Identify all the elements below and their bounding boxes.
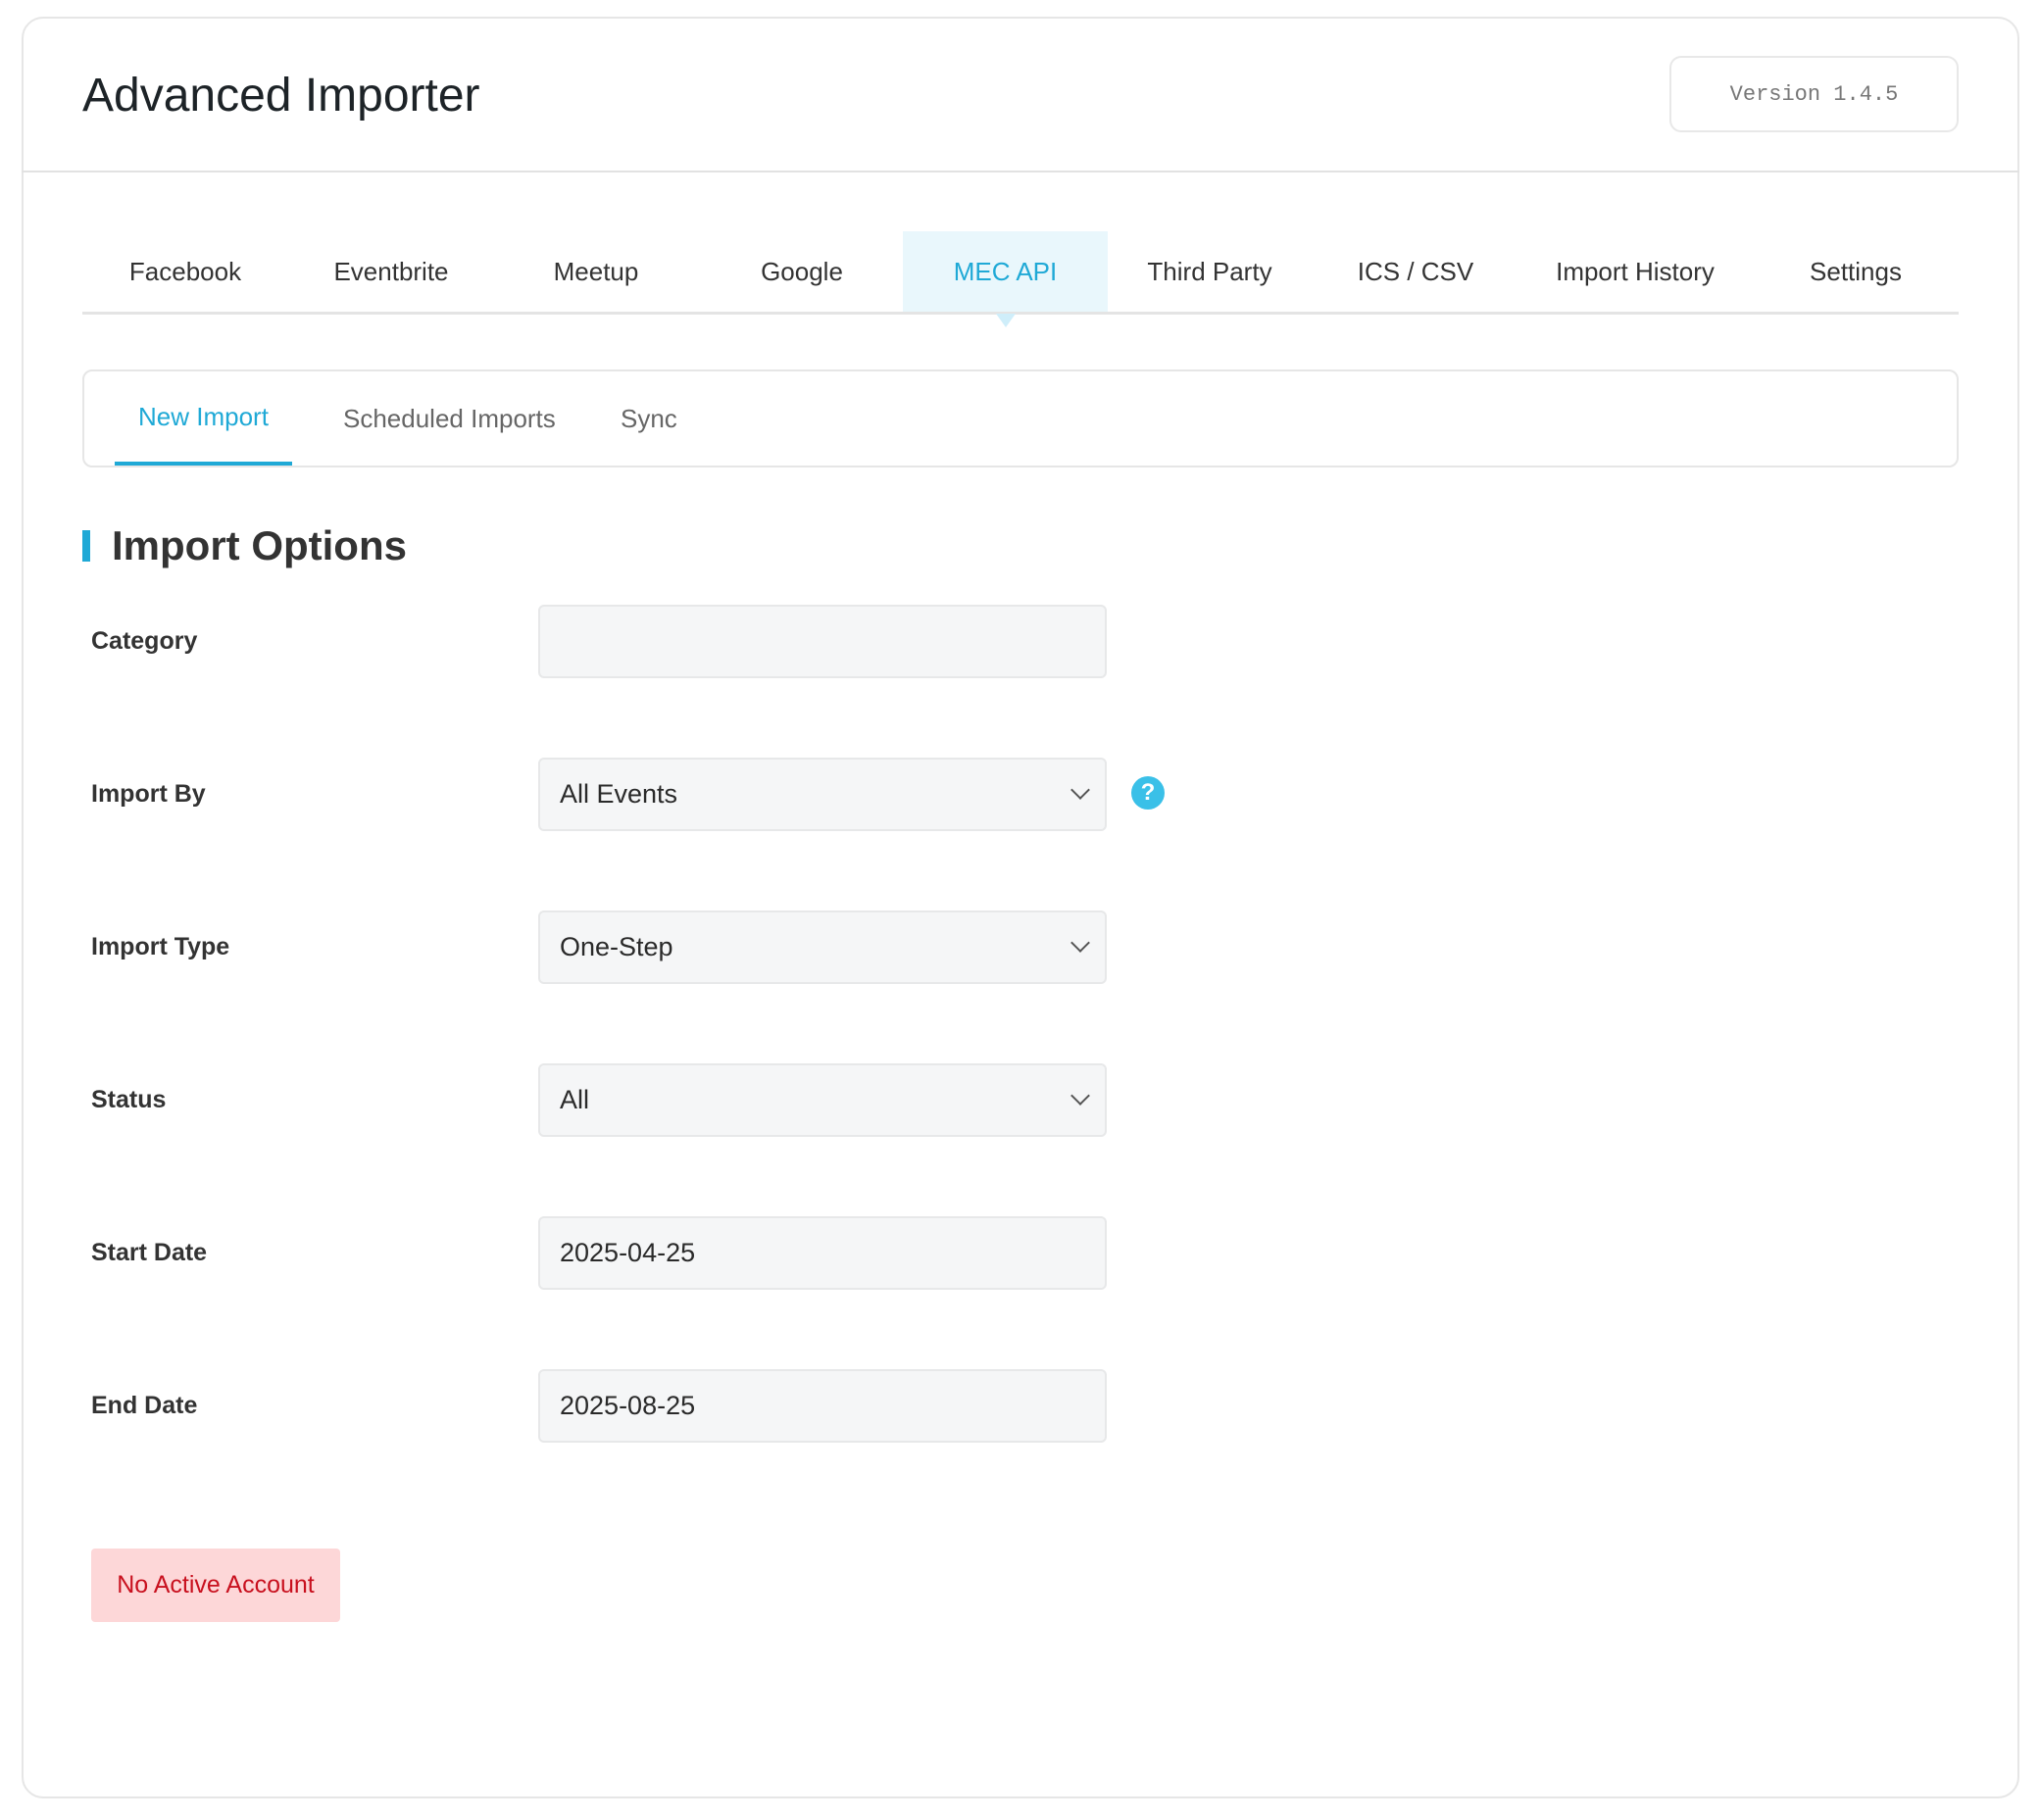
chevron-down-icon xyxy=(1070,933,1090,953)
sub-tabs: New Import Scheduled Imports Sync xyxy=(82,369,1959,467)
no-active-account-alert: No Active Account xyxy=(91,1549,340,1622)
chevron-down-icon xyxy=(1070,1086,1090,1106)
status-select[interactable]: All xyxy=(538,1063,1107,1137)
status-value: All xyxy=(560,1085,589,1115)
category-label: Category xyxy=(91,605,197,678)
tab-mec-api[interactable]: MEC API xyxy=(903,231,1108,312)
tab-google[interactable]: Google xyxy=(710,231,894,312)
subtab-new-import[interactable]: New Import xyxy=(115,371,292,466)
start-date-label: Start Date xyxy=(91,1216,207,1290)
import-by-label: Import By xyxy=(91,758,206,831)
start-date-input[interactable]: 2025-04-25 xyxy=(538,1216,1107,1290)
tab-third-party[interactable]: Third Party xyxy=(1118,231,1302,312)
tab-facebook[interactable]: Facebook xyxy=(92,231,278,312)
tab-meetup[interactable]: Meetup xyxy=(504,231,688,312)
end-date-label: End Date xyxy=(91,1369,197,1443)
tab-ics-csv[interactable]: ICS / CSV xyxy=(1323,231,1508,312)
tab-eventbrite[interactable]: Eventbrite xyxy=(288,231,494,312)
import-by-select[interactable]: All Events xyxy=(538,758,1107,831)
heading-accent-bar xyxy=(82,530,90,562)
section-heading: Import Options xyxy=(82,519,407,572)
section-title: Import Options xyxy=(112,522,407,569)
help-icon[interactable]: ? xyxy=(1131,776,1165,810)
version-badge: Version 1.4.5 xyxy=(1669,56,1959,132)
subtab-sync[interactable]: Sync xyxy=(621,371,677,466)
tab-settings[interactable]: Settings xyxy=(1763,231,1949,312)
status-label: Status xyxy=(91,1063,166,1137)
end-date-input[interactable]: 2025-08-25 xyxy=(538,1369,1107,1443)
import-type-label: Import Type xyxy=(91,910,229,984)
import-by-value: All Events xyxy=(560,779,677,810)
category-input[interactable] xyxy=(538,605,1107,678)
header-divider xyxy=(22,171,2019,172)
main-tabs: Facebook Eventbrite Meetup Google MEC AP… xyxy=(82,231,1959,315)
tab-import-history[interactable]: Import History xyxy=(1527,231,1743,312)
chevron-down-icon xyxy=(1070,780,1090,800)
import-type-value: One-Step xyxy=(560,932,673,962)
import-type-select[interactable]: One-Step xyxy=(538,910,1107,984)
subtab-scheduled-imports[interactable]: Scheduled Imports xyxy=(343,371,556,466)
page-title: Advanced Importer xyxy=(82,69,480,123)
